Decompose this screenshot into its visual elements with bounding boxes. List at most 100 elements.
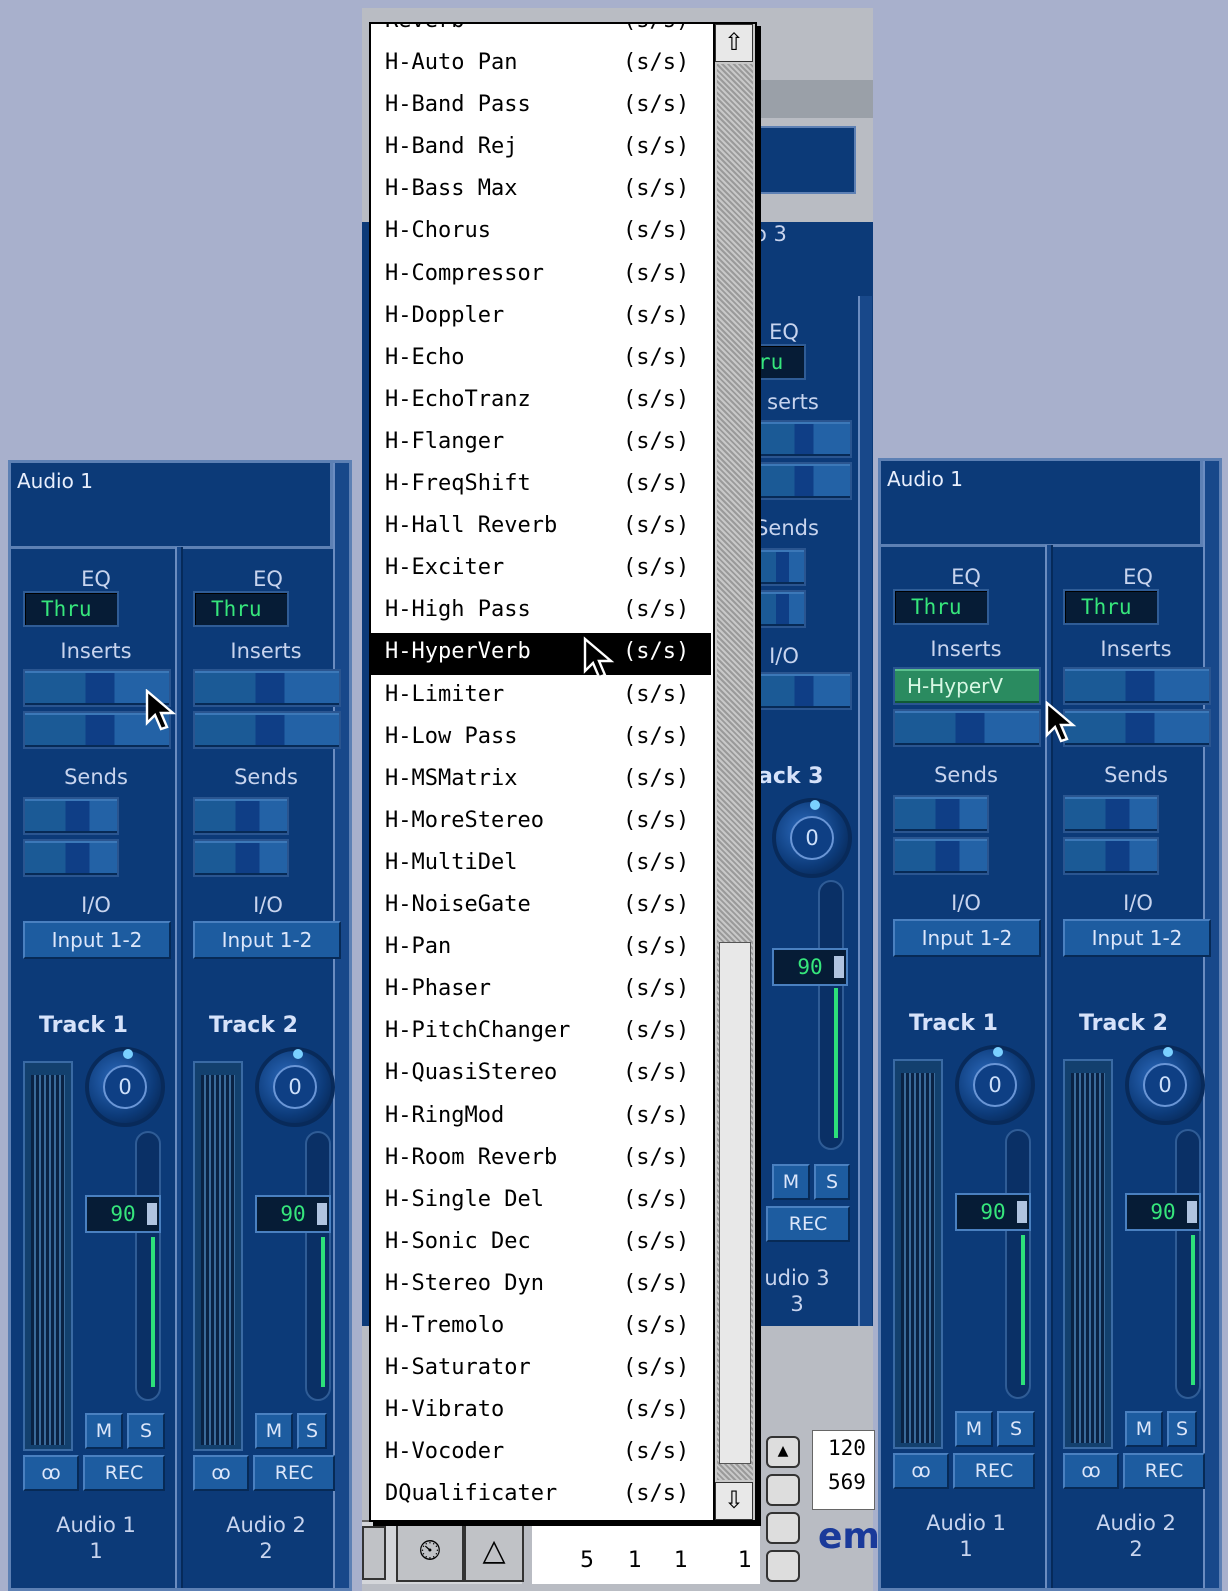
send-slot-1[interactable] [752,548,806,586]
menu-item[interactable]: H-Compressor (s/s) [371,255,711,297]
solo-button[interactable]: S [127,1413,165,1449]
menu-item[interactable]: H-Auto Pan (s/s) [371,44,711,86]
pan-knob[interactable]: 0 [1125,1045,1205,1125]
link-button[interactable]: ꝏ [893,1453,949,1489]
menu-item[interactable]: H-Tremolo (s/s) [371,1307,711,1349]
menu-item[interactable]: H-Stereo Dyn (s/s) [371,1265,711,1307]
pan-knob[interactable]: 0 [955,1045,1035,1125]
record-button[interactable]: REC [83,1455,165,1491]
transport-button[interactable] [766,1512,800,1544]
mute-button[interactable]: M [1125,1411,1163,1447]
menu-item[interactable]: H-Limiter (s/s) [371,676,711,718]
pan-knob[interactable]: 0 [772,798,852,878]
menu-item[interactable]: H-MoreStereo (s/s) [371,802,711,844]
menu-item[interactable]: H-Low Pass (s/s) [371,718,711,760]
menu-item[interactable]: H-FreqShift (s/s) [371,465,711,507]
arrow-down-icon[interactable]: ⇩ [715,1482,753,1520]
mute-button[interactable]: M [255,1413,293,1449]
record-button[interactable]: REC [1123,1453,1205,1489]
menu-item[interactable]: H-Flanger (s/s) [371,423,711,465]
eq-display[interactable]: Thru [23,591,119,627]
menu-item[interactable]: H-Saturator (s/s) [371,1349,711,1391]
insert-slot-1[interactable]: H-HyperV [893,667,1041,705]
link-button[interactable]: ꝏ [23,1455,79,1491]
menu-item[interactable]: H-High Pass (s/s) [371,591,711,633]
menu-item[interactable]: H-Exciter (s/s) [371,549,711,591]
menu-item[interactable]: H-Echo (s/s) [371,339,711,381]
menu-item[interactable]: H-Hall Reverb (s/s) [371,507,711,549]
insert-slot-2[interactable] [1063,709,1211,747]
eq-display[interactable]: Thru [1063,589,1159,625]
solo-button[interactable]: S [997,1411,1035,1447]
transport-button[interactable] [766,1474,800,1506]
tool-button[interactable] [362,1526,386,1580]
menu-item[interactable]: H-QuasiStereo (s/s) [371,1054,711,1096]
menu-item[interactable]: H-Band Rej (s/s) [371,128,711,170]
menu-item[interactable]: H-HyperVerb (s/s) [371,633,711,676]
io-input-button[interactable]: Input 1-2 [193,921,341,959]
menu-item[interactable]: H-Doppler (s/s) [371,297,711,339]
transport-button[interactable]: ▲ [766,1436,800,1468]
send-slot-1[interactable] [1063,795,1159,833]
menu-item[interactable]: H-EchoTranz (s/s) [371,381,711,423]
menu-item[interactable]: H-MSMatrix (s/s) [371,760,711,802]
insert-slot-1[interactable] [752,420,852,458]
volume-fader[interactable]: 90 [85,1195,161,1233]
menu-item[interactable]: H-Phaser (s/s) [371,970,711,1012]
menu-item[interactable]: H-Bass Max (s/s) [371,170,711,212]
arrow-up-icon[interactable]: ⇧ [715,24,753,62]
io-input-button[interactable]: Input 1-2 [23,921,171,959]
menu-item[interactable]: H-Vocoder (s/s) [371,1433,711,1475]
insert-slot-2[interactable] [193,711,341,749]
send-slot-2[interactable] [23,839,119,877]
insert-slot-2[interactable] [752,462,852,500]
menu-item[interactable]: H-Pan (s/s) [371,928,711,970]
tempo-icon[interactable]: △ [464,1522,524,1582]
menu-item-partial[interactable]: Reverb (s/s) [371,24,711,44]
insert-slot-1[interactable] [193,669,341,707]
eq-display[interactable]: ru [752,344,806,380]
insert-slot-1[interactable] [1063,667,1211,705]
menu-item[interactable]: H-Single Del (s/s) [371,1181,711,1223]
send-slot-2[interactable] [193,839,289,877]
menu-item[interactable]: H-RingMod (s/s) [371,1097,711,1139]
menu-item[interactable]: H-MultiDel (s/s) [371,844,711,886]
mute-button[interactable]: M [955,1411,993,1447]
send-slot-2[interactable] [752,590,806,628]
menu-item[interactable]: H-Sonic Dec (s/s) [371,1223,711,1265]
record-button[interactable]: REC [253,1455,335,1491]
record-button[interactable]: REC [766,1206,850,1242]
menu-item[interactable]: H-NoiseGate (s/s) [371,886,711,928]
io-input-button[interactable]: Input 1-2 [1063,919,1211,957]
volume-fader[interactable]: 90 [772,948,848,986]
send-slot-2[interactable] [1063,837,1159,875]
solo-button[interactable]: S [297,1413,327,1449]
metronome-icon[interactable]: ⏲ [396,1522,464,1582]
transport-button[interactable] [766,1550,800,1582]
menu-item[interactable]: H-PitchChanger (s/s) [371,1012,711,1054]
mute-button[interactable]: M [85,1413,123,1449]
link-button[interactable]: ꝏ [193,1455,249,1491]
send-slot-1[interactable] [193,797,289,835]
send-slot-1[interactable] [893,795,989,833]
menu-item[interactable]: H-Band Pass (s/s) [371,86,711,128]
pan-knob[interactable]: 0 [85,1047,165,1127]
volume-fader[interactable]: 90 [255,1195,331,1233]
eq-display[interactable]: Thru [193,591,289,627]
scroll-thumb[interactable] [719,942,751,1464]
send-slot-1[interactable] [23,797,119,835]
volume-fader[interactable]: 90 [955,1193,1031,1231]
insert-slot-2[interactable] [893,709,1041,747]
solo-button[interactable]: S [1167,1411,1197,1447]
menu-scrollbar[interactable]: ⇧ ⇩ [713,24,755,1520]
menu-item[interactable]: DQualificater (s/s) [371,1475,711,1517]
link-button[interactable]: ꝏ [1063,1453,1119,1489]
record-button[interactable]: REC [953,1453,1035,1489]
send-slot-2[interactable] [893,837,989,875]
eq-display[interactable]: Thru [893,589,989,625]
menu-item[interactable]: H-Room Reverb (s/s) [371,1139,711,1181]
pan-knob[interactable]: 0 [255,1047,335,1127]
volume-fader[interactable]: 90 [1125,1193,1201,1231]
plugin-popup-menu[interactable]: Reverb (s/s) H-Auto Pan (s/s) H-Band Pass (… [369,22,757,1522]
menu-item[interactable]: H-Chorus (s/s) [371,212,711,254]
